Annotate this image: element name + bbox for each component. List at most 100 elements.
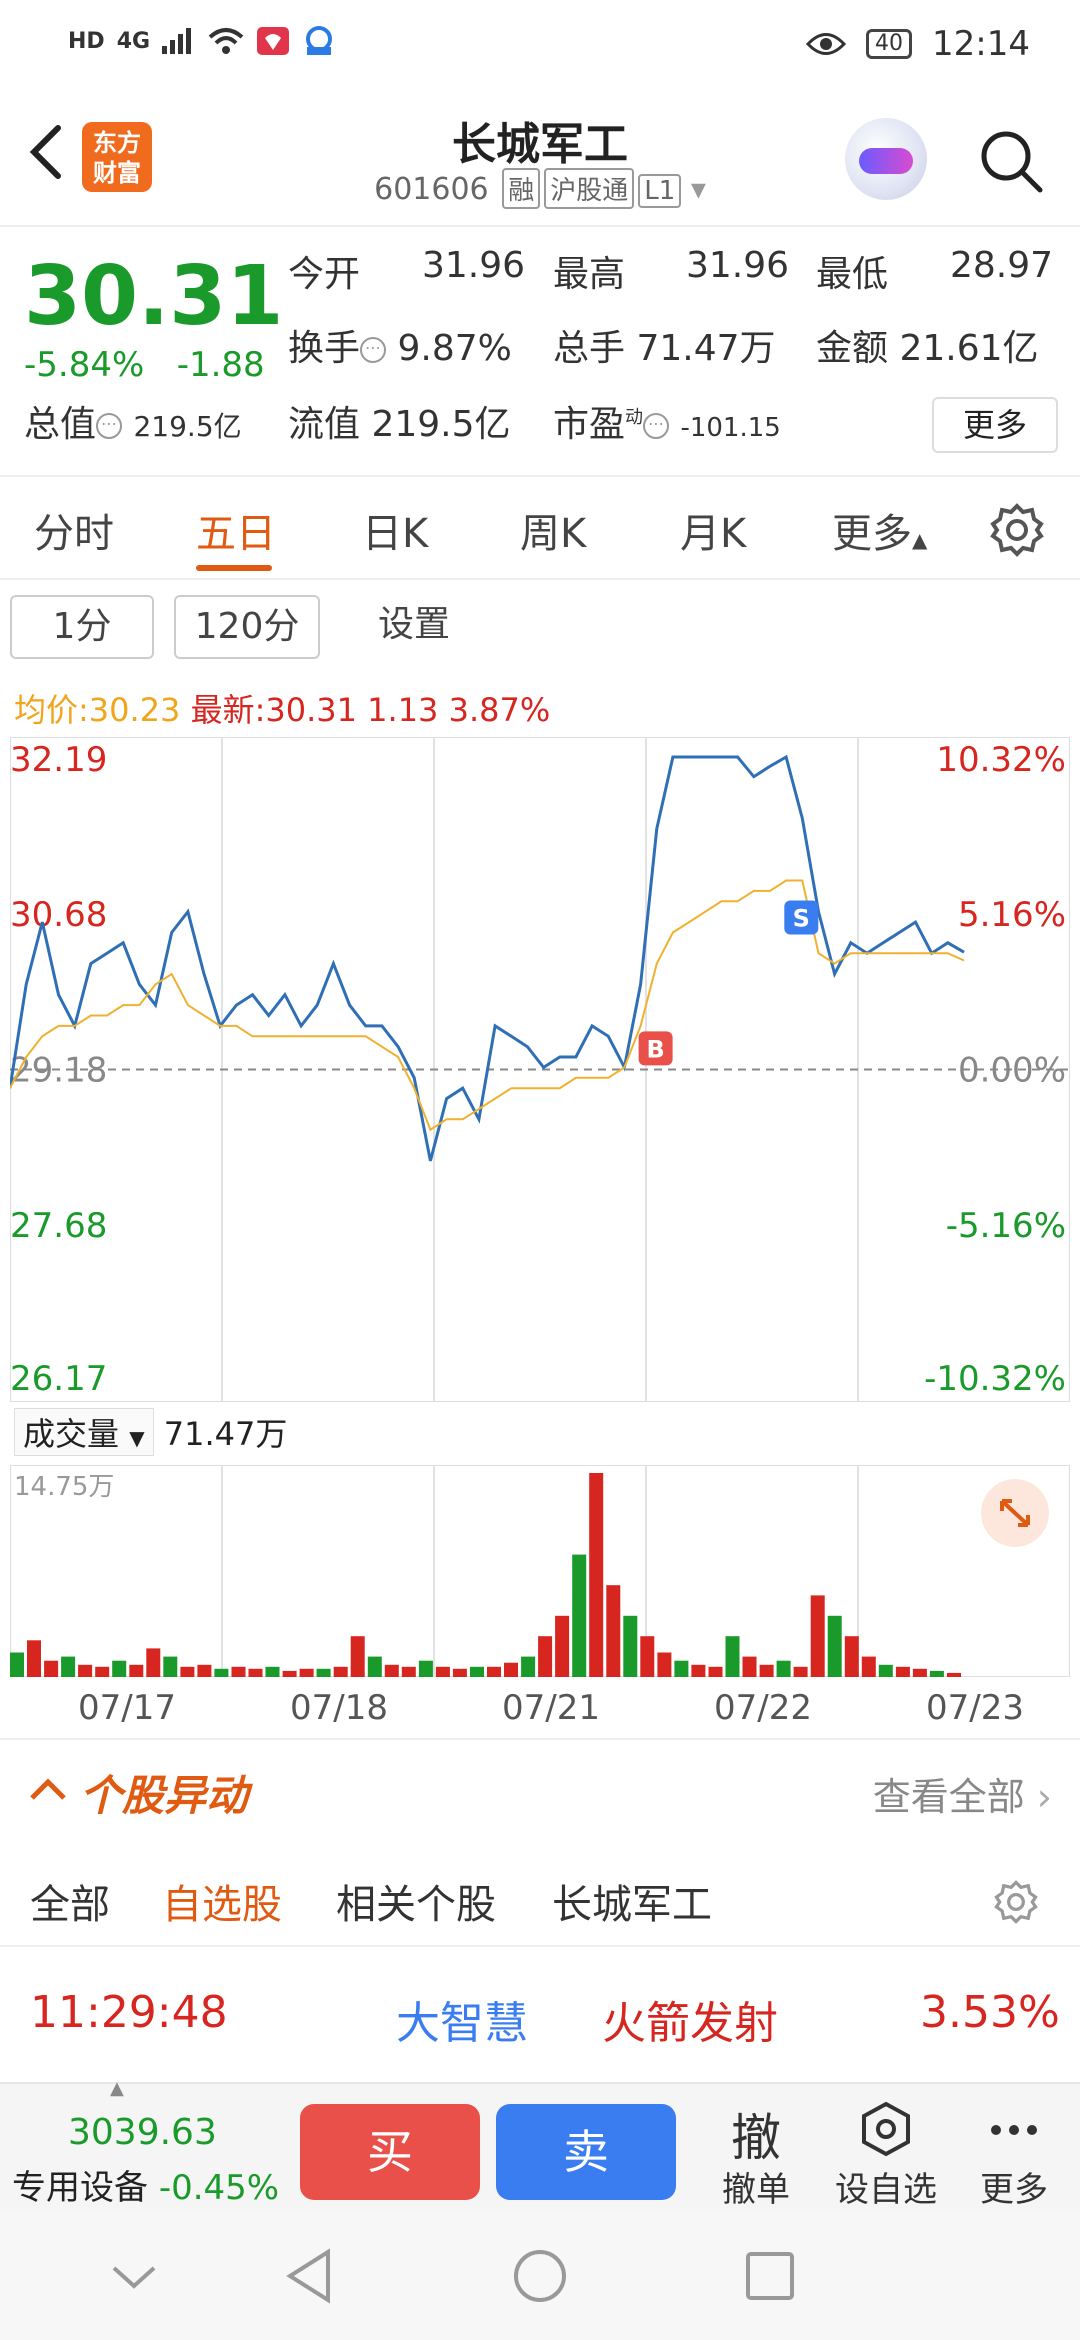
volume-bar bbox=[265, 1666, 280, 1677]
info-icon: ⋯ bbox=[360, 337, 387, 363]
pe-value: -101.15 bbox=[680, 413, 781, 443]
filter-this-stock[interactable]: 长城军工 bbox=[552, 1872, 712, 1930]
volume-bar bbox=[691, 1664, 706, 1677]
volume-bar bbox=[418, 1660, 433, 1677]
volume-bar bbox=[214, 1668, 229, 1677]
add-watchlist-icon bbox=[862, 2101, 910, 2157]
mktcap-row: 总值 ⋯ 219.5亿 bbox=[24, 404, 242, 445]
wifi-icon bbox=[208, 28, 244, 54]
add-watchlist-button[interactable]: 设自选 bbox=[826, 2098, 946, 2211]
nav-back-icon[interactable] bbox=[284, 2248, 334, 2304]
buy-button[interactable]: 买 bbox=[300, 2104, 480, 2200]
quote-more-button[interactable]: 更多 bbox=[932, 397, 1058, 453]
y-tick-left: 32.19 bbox=[10, 740, 107, 780]
tab-more[interactable]: 更多▲ bbox=[832, 501, 927, 559]
volume-bar bbox=[538, 1636, 553, 1677]
volume-bar bbox=[742, 1656, 757, 1677]
sell-button[interactable]: 卖 bbox=[496, 2104, 676, 2200]
change-abs: -1.88 bbox=[176, 345, 265, 385]
chevron-up-icon[interactable] bbox=[28, 1776, 68, 1802]
status-right: 40 12:14 bbox=[806, 24, 1030, 64]
volume-bar bbox=[61, 1656, 76, 1677]
indicator-selector[interactable]: 成交量 ▼ bbox=[14, 1408, 154, 1456]
app-notification-icon-2 bbox=[306, 26, 333, 55]
volume-bar bbox=[27, 1640, 41, 1677]
filter-watchlist[interactable]: 自选股 bbox=[162, 1872, 282, 1930]
movement-time: 11:29:48 bbox=[30, 1987, 228, 2038]
sector-index-row[interactable]: 专用设备 -0.45% bbox=[12, 2160, 279, 2209]
volume-bar bbox=[333, 1666, 348, 1677]
date-label: 07/22 bbox=[714, 1688, 812, 1728]
five-day-price-chart[interactable]: 32.19 10.32%30.68 5.16%29.18 0.00%27.68 -5.1… bbox=[10, 737, 1070, 1402]
view-all-link[interactable]: 查看全部 › bbox=[873, 1766, 1052, 1821]
date-label: 07/21 bbox=[502, 1688, 600, 1728]
volume-bar bbox=[299, 1668, 314, 1677]
filter-settings-gear-icon[interactable] bbox=[994, 1880, 1038, 1924]
volume-bar bbox=[555, 1615, 570, 1677]
nav-collapse-icon[interactable] bbox=[110, 2262, 158, 2292]
cancel-order-button[interactable]: 撤撤单 bbox=[696, 2098, 816, 2211]
settings-gear-icon[interactable] bbox=[990, 503, 1044, 557]
volume-bar bbox=[793, 1666, 808, 1677]
battery-icon: 40 bbox=[866, 29, 913, 59]
y-tick-right: 5.16% bbox=[958, 895, 1066, 935]
last-price: 30.31 bbox=[24, 249, 284, 344]
search-icon[interactable] bbox=[976, 126, 1046, 196]
volume-bar bbox=[861, 1656, 876, 1677]
stock-header: 东方财富 长城军工 601606 融沪股通 L1 ▾ bbox=[0, 90, 1080, 225]
volume-bar bbox=[146, 1648, 161, 1677]
volume-bar bbox=[759, 1664, 774, 1677]
y-tick-left: 26.17 bbox=[10, 1359, 107, 1399]
pe-row: 市盈动 ⋯ -101.15 bbox=[553, 404, 781, 445]
open-label: 今开 bbox=[288, 254, 361, 295]
active-tab-indicator bbox=[196, 565, 272, 571]
volume-bar bbox=[572, 1554, 587, 1677]
tab-intraday[interactable]: 分时 bbox=[34, 501, 114, 559]
volume-value: 71.47万 bbox=[636, 328, 776, 369]
latest-pct: 3.87% bbox=[448, 691, 551, 729]
stock-movements-header[interactable]: 个股异动 查看全部 › bbox=[0, 1738, 1080, 1838]
volume-bar bbox=[95, 1666, 110, 1677]
date-label: 07/18 bbox=[290, 1688, 388, 1728]
volume-bar bbox=[589, 1473, 604, 1677]
expand-caret-icon[interactable]: ▲ bbox=[110, 2078, 124, 2099]
volume-bar bbox=[129, 1664, 144, 1677]
tab-weekly-k[interactable]: 周K bbox=[520, 501, 586, 559]
filter-related[interactable]: 相关个股 bbox=[336, 1872, 496, 1930]
period-1min-button[interactable]: 1分 bbox=[10, 595, 154, 659]
volume-bar bbox=[640, 1636, 655, 1677]
volume-bar bbox=[929, 1670, 944, 1677]
tab-five-day[interactable]: 五日 bbox=[196, 501, 276, 559]
period-120min-button[interactable]: 120分 bbox=[174, 595, 320, 659]
chart-settings-button[interactable]: 设置 bbox=[354, 595, 474, 659]
volume-bar bbox=[384, 1664, 399, 1677]
volume-bar bbox=[401, 1666, 416, 1677]
filter-all[interactable]: 全部 bbox=[30, 1872, 110, 1930]
volume-bar bbox=[725, 1636, 740, 1677]
dropdown-caret-icon[interactable]: ▾ bbox=[691, 172, 706, 207]
more-dots-icon bbox=[991, 2125, 1037, 2135]
nav-home-icon[interactable] bbox=[512, 2248, 568, 2304]
sector-index-value[interactable]: 3039.63 bbox=[68, 2112, 217, 2153]
tab-daily-k[interactable]: 日K bbox=[362, 501, 428, 559]
volume-bar bbox=[470, 1666, 484, 1677]
chart-tabs: 分时 五日 日K 周K 月K 更多▲ bbox=[0, 475, 1080, 580]
signal-icon bbox=[162, 28, 192, 54]
volume-chart[interactable]: 14.75万 bbox=[10, 1465, 1070, 1677]
mktcap-value: 219.5亿 bbox=[133, 410, 242, 443]
movement-source: 大智慧 bbox=[396, 1998, 528, 2049]
sell-marker-label: S bbox=[793, 905, 810, 933]
low-label: 最低 bbox=[816, 254, 889, 295]
volume-bar bbox=[912, 1668, 927, 1677]
nav-recents-icon[interactable] bbox=[744, 2250, 796, 2302]
assistant-robot-avatar[interactable] bbox=[845, 118, 927, 200]
more-actions-button[interactable]: 更多 bbox=[954, 2098, 1074, 2211]
price-change: -5.84% -1.88 bbox=[24, 345, 265, 385]
movement-row[interactable]: 11:29:48 大智慧 火箭发射 3.53% bbox=[0, 1945, 1080, 2080]
volume-bar bbox=[776, 1660, 791, 1677]
volume-bar bbox=[10, 1652, 24, 1677]
tab-monthly-k[interactable]: 月K bbox=[680, 501, 746, 559]
volume-bar bbox=[657, 1652, 672, 1677]
movements-title: 个股异动 bbox=[80, 1771, 249, 1820]
volume-bar bbox=[435, 1666, 450, 1677]
